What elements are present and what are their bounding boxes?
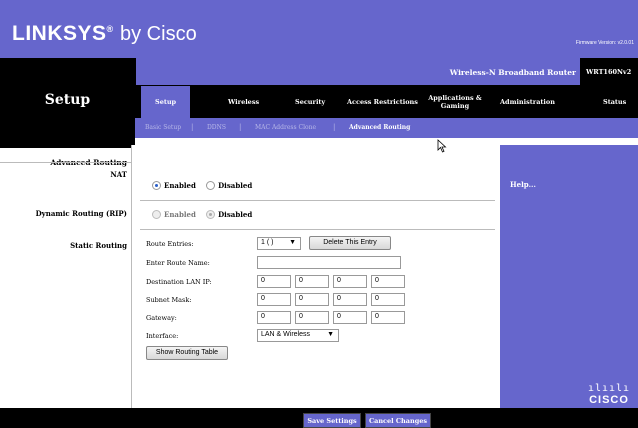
tab-status[interactable]: Status xyxy=(603,98,626,106)
nat-enabled-label: Enabled xyxy=(164,181,196,190)
firmware-version: Firmware Version: v2.0.01 xyxy=(575,40,634,46)
route-name-label: Enter Route Name: xyxy=(146,259,210,267)
delete-entry-button[interactable]: Delete This Entry xyxy=(309,236,391,250)
cisco-wordmark: CISCO xyxy=(589,394,629,406)
divider xyxy=(140,229,495,230)
subtab-basic-setup[interactable]: Basic Setup xyxy=(145,124,181,131)
gateway-octet-3[interactable]: 0 xyxy=(333,311,367,324)
main-content: Enabled Disabled Enabled Disabled Route … xyxy=(131,145,500,408)
rip-disabled-radio[interactable] xyxy=(206,210,216,219)
route-entries-value: 1 ( ) xyxy=(261,239,274,246)
dest-ip-label: Destination LAN IP: xyxy=(146,278,212,286)
mouse-cursor-icon xyxy=(437,139,447,153)
sidebar-top-strip xyxy=(0,138,131,148)
subtab-separator: | xyxy=(333,123,336,131)
product-name: Wireless-N Broadband Router xyxy=(449,68,576,77)
subnet-octet-4[interactable]: 0 xyxy=(371,293,405,306)
gateway-octet-4[interactable]: 0 xyxy=(371,311,405,324)
tab-wireless[interactable]: Wireless xyxy=(228,98,259,106)
page-title: Setup xyxy=(44,92,91,108)
nat-disabled-radio[interactable] xyxy=(206,181,216,190)
chevron-down-icon: ▼ xyxy=(289,239,296,246)
subtab-separator: | xyxy=(191,123,194,131)
subnet-octet-3[interactable]: 0 xyxy=(333,293,367,306)
interface-select[interactable]: LAN & Wireless ▼ xyxy=(257,329,339,342)
show-routing-table-button[interactable]: Show Routing Table xyxy=(146,346,228,360)
tab-security[interactable]: Security xyxy=(295,98,325,106)
sub-tabs: Basic Setup | DDNS | MAC Address Clone |… xyxy=(135,118,638,138)
subtab-advanced-routing[interactable]: Advanced Routing xyxy=(349,124,410,131)
main-tabs: Setup Wireless Security Access Restricti… xyxy=(135,86,638,118)
nat-enabled-radio[interactable] xyxy=(152,181,161,190)
subnet-octet-1[interactable]: 0 xyxy=(257,293,291,306)
rip-enabled-label: Enabled xyxy=(164,210,196,219)
sidebar-label-static-routing: Static Routing xyxy=(70,241,127,250)
route-entries-label: Route Entries: xyxy=(146,240,194,248)
interface-value: LAN & Wireless xyxy=(261,331,311,338)
linksys-logo: LINKSYS® by Cisco xyxy=(12,22,197,45)
rip-options: Enabled Disabled xyxy=(152,210,260,219)
rip-enabled-radio[interactable] xyxy=(152,210,161,219)
route-entries-select[interactable]: 1 ( ) ▼ xyxy=(257,237,301,250)
interface-label: Interface: xyxy=(146,332,179,340)
dest-ip-octet-1[interactable]: 0 xyxy=(257,275,291,288)
nat-options: Enabled Disabled xyxy=(152,181,260,190)
cisco-bars-icon: ılıılı xyxy=(587,383,631,394)
subtab-mac-address-clone[interactable]: MAC Address Clone xyxy=(255,124,316,131)
chevron-down-icon: ▼ xyxy=(327,331,334,338)
route-name-input[interactable] xyxy=(257,256,401,269)
nat-disabled-label: Disabled xyxy=(218,181,253,190)
dest-ip-octet-4[interactable]: 0 xyxy=(371,275,405,288)
dest-ip-octet-3[interactable]: 0 xyxy=(333,275,367,288)
rip-disabled-label: Disabled xyxy=(218,210,253,219)
dest-ip-octet-2[interactable]: 0 xyxy=(295,275,329,288)
gateway-octet-2[interactable]: 0 xyxy=(295,311,329,324)
section-header: Setup xyxy=(0,58,135,148)
brand-by: by Cisco xyxy=(120,23,197,45)
cancel-changes-button[interactable]: Cancel Changes xyxy=(365,413,431,428)
tab-setup[interactable]: Setup xyxy=(141,86,191,118)
top-banner: LINKSYS® by Cisco Firmware Version: v2.0… xyxy=(0,0,638,58)
sidebar-label-rip: Dynamic Routing (RIP) xyxy=(35,209,127,218)
tab-access-restrictions[interactable]: Access Restrictions xyxy=(347,98,418,106)
subnet-mask-label: Subnet Mask: xyxy=(146,296,192,304)
tab-applications-gaming[interactable]: Applications & Gaming xyxy=(427,94,483,110)
divider xyxy=(140,200,495,201)
save-settings-button[interactable]: Save Settings xyxy=(303,413,361,428)
subtab-separator: | xyxy=(239,123,242,131)
sidebar: Advanced Routing NAT Dynamic Routing (RI… xyxy=(0,148,131,408)
sidebar-divider xyxy=(0,162,131,163)
brand-name: LINKSYS xyxy=(12,22,107,45)
cisco-logo: ılıılı CISCO xyxy=(582,383,636,407)
gateway-octet-1[interactable]: 0 xyxy=(257,311,291,324)
help-link[interactable]: Help... xyxy=(510,180,536,189)
tab-administration[interactable]: Administration xyxy=(500,98,555,106)
model-number: WRT160Nv2 xyxy=(580,58,638,85)
sidebar-label-nat: NAT xyxy=(110,170,127,179)
gateway-label: Gateway: xyxy=(146,314,177,322)
product-bar: Wireless-N Broadband Router WRT160Nv2 xyxy=(135,58,638,86)
help-panel: Help... xyxy=(500,145,638,408)
subtab-ddns[interactable]: DDNS xyxy=(207,124,226,131)
subnet-octet-2[interactable]: 0 xyxy=(295,293,329,306)
